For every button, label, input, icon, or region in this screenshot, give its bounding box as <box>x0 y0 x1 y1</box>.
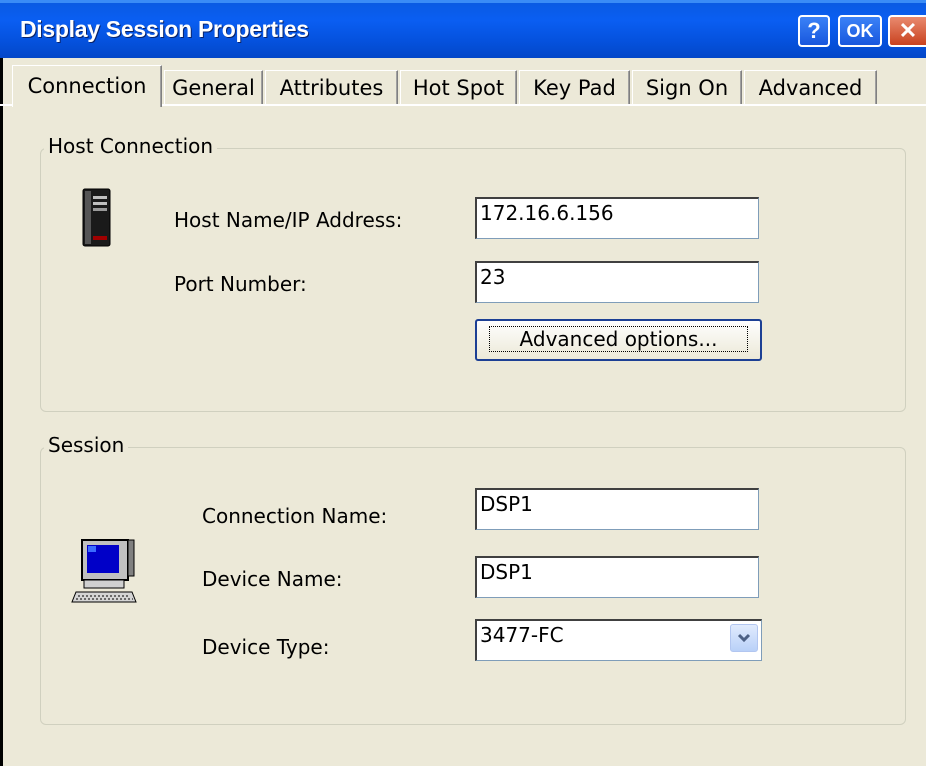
session-legend: Session <box>44 433 129 457</box>
tab-general[interactable]: General <box>164 70 263 104</box>
dropdown-arrow-button[interactable] <box>730 624 758 652</box>
tab-key-pad[interactable]: Key Pad <box>519 70 630 104</box>
port-number-input[interactable]: 23 <box>475 261 759 303</box>
tab-connection[interactable]: Connection <box>12 65 162 107</box>
device-name-label: Device Name: <box>202 567 343 591</box>
tab-sign-on[interactable]: Sign On <box>632 70 742 104</box>
device-type-value: 3477-FC <box>480 623 564 647</box>
host-name-label: Host Name/IP Address: <box>174 208 403 232</box>
host-connection-legend: Host Connection <box>44 134 218 158</box>
tab-advanced[interactable]: Advanced <box>744 70 877 104</box>
port-number-label: Port Number: <box>174 272 307 296</box>
server-icon <box>82 188 111 247</box>
tab-hot-spot[interactable]: Hot Spot <box>400 70 517 104</box>
computer-terminal-icon <box>71 539 137 603</box>
close-button[interactable]: ✕ <box>888 15 926 47</box>
device-name-input[interactable]: DSP1 <box>475 556 759 598</box>
device-type-select[interactable]: 3477-FC <box>475 619 762 661</box>
help-button[interactable]: ? <box>798 15 830 47</box>
title-bar[interactable]: Display Session Properties ? OK ✕ <box>0 0 926 58</box>
advanced-options-button[interactable]: Advanced options... <box>475 319 762 361</box>
chevron-down-icon <box>737 633 751 643</box>
host-name-input[interactable]: 172.16.6.156 <box>475 197 759 239</box>
ok-button[interactable]: OK <box>838 15 882 47</box>
window-edge <box>0 58 3 766</box>
advanced-options-label: Advanced options... <box>488 326 749 352</box>
connection-name-label: Connection Name: <box>202 504 388 528</box>
host-connection-group <box>40 148 906 412</box>
device-type-label: Device Type: <box>202 635 330 659</box>
tab-strip: Connection General Attributes Hot Spot K… <box>0 58 926 108</box>
tab-attributes[interactable]: Attributes <box>265 70 398 104</box>
session-group <box>40 447 906 725</box>
properties-window: Display Session Properties ? OK ✕ Connec… <box>0 0 926 766</box>
connection-name-input[interactable]: DSP1 <box>475 488 759 530</box>
window-title: Display Session Properties <box>20 16 309 42</box>
